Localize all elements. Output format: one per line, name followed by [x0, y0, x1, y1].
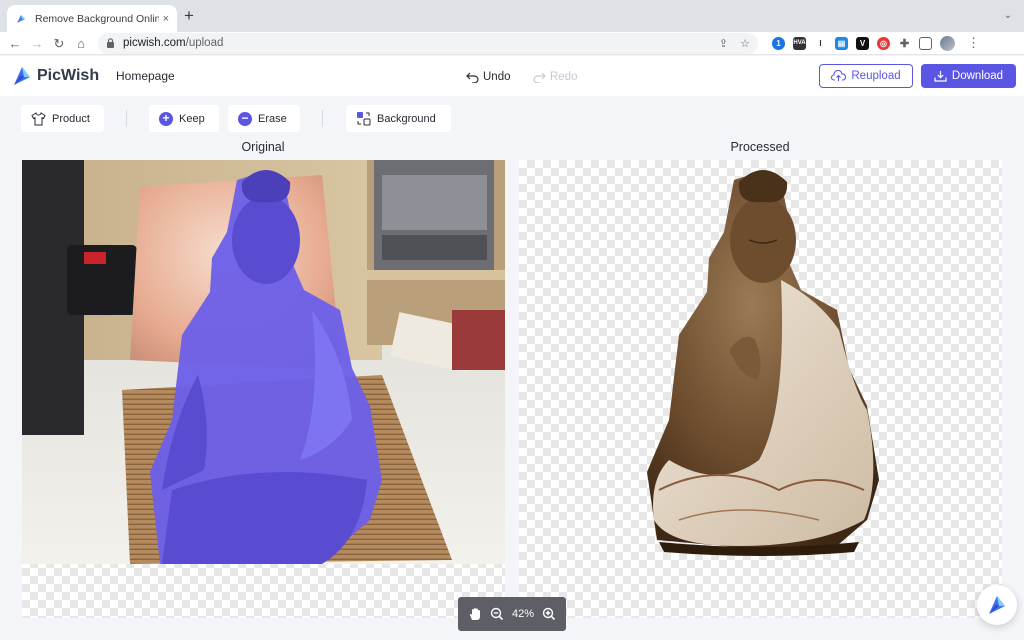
toolbar-divider [126, 110, 127, 127]
keep-label: Keep [179, 112, 205, 125]
original-image-panel[interactable] [22, 160, 505, 618]
browser-tab[interactable]: Remove Background Online 100 × [7, 5, 177, 32]
lock-icon [107, 38, 114, 48]
original-panel-title: Original [241, 140, 285, 154]
sidepanel-icon[interactable] [919, 36, 932, 50]
zoom-controls: 42% [458, 597, 566, 631]
download-icon [934, 71, 947, 82]
keep-tool-button[interactable]: + Keep [149, 105, 219, 132]
redo-icon [533, 72, 546, 83]
plus-circle-icon: + [159, 111, 173, 126]
processed-image-panel[interactable] [519, 160, 1002, 618]
browser-toolbar: ← → ↻ ⌂ picwish.com /upload ⇪ ☆ 1 HVA I … [0, 32, 1024, 55]
back-arrow-icon[interactable]: ← [4, 32, 26, 55]
redo-button[interactable]: Redo [533, 71, 578, 83]
undo-button[interactable]: Undo [466, 71, 511, 83]
original-photo-image[interactable] [22, 160, 505, 564]
extension-hive-icon[interactable]: HVA [793, 36, 806, 50]
browser-tab-strip: Remove Background Online 100 × + ⌄ [0, 0, 1024, 32]
processed-panel-title: Processed [730, 140, 790, 154]
undo-icon [466, 72, 479, 83]
hand-pan-icon[interactable] [468, 607, 482, 621]
reupload-label: Reupload [851, 70, 901, 82]
extensions-row: 1 HVA I ▤ V ◎ ✚ ⋮ [772, 35, 980, 51]
profile-avatar[interactable] [940, 35, 955, 51]
floating-assistant-button[interactable] [977, 585, 1017, 625]
homepage-link[interactable]: Homepage [116, 69, 175, 83]
share-icon[interactable]: ⇪ [719, 37, 728, 50]
extension-reader-icon[interactable]: ▤ [835, 36, 848, 50]
extensions-puzzle-icon[interactable]: ✚ [898, 36, 911, 50]
reload-icon[interactable]: ↻ [48, 32, 70, 55]
url-host: picwish.com [123, 37, 186, 49]
address-bar[interactable]: picwish.com /upload ⇪ ☆ [98, 32, 758, 54]
browser-menu-icon[interactable]: ⋮ [967, 35, 980, 51]
background-tool-button[interactable]: Background [346, 105, 451, 132]
toolbar-divider [322, 110, 323, 127]
download-label: Download [951, 70, 1004, 82]
reupload-button[interactable]: Reupload [819, 64, 913, 88]
brand-name: PicWish [37, 67, 100, 84]
product-tool-button[interactable]: Product [21, 105, 104, 132]
background-label: Background [377, 112, 436, 125]
extension-target-icon[interactable]: ◎ [877, 36, 890, 50]
erase-label: Erase [258, 112, 287, 125]
extension-1password-icon[interactable]: 1 [772, 36, 785, 50]
picwish-logo-icon [14, 67, 30, 85]
new-tab-button[interactable]: + [184, 6, 194, 26]
forward-arrow-icon[interactable]: → [26, 32, 48, 55]
upload-cloud-icon [831, 70, 847, 81]
tab-close-icon[interactable]: × [163, 13, 169, 25]
download-button[interactable]: Download [921, 64, 1016, 88]
background-swap-icon [357, 112, 371, 126]
zoom-in-icon[interactable] [542, 607, 556, 621]
tab-search-chevron-icon[interactable]: ⌄ [1004, 10, 1012, 21]
picwish-favicon-icon [17, 14, 25, 23]
product-label: Product [52, 112, 90, 125]
processed-cutout-image[interactable] [519, 160, 1002, 564]
tshirt-icon [31, 111, 46, 125]
undo-label: Undo [483, 71, 511, 83]
zoom-out-icon[interactable] [490, 607, 504, 621]
redo-label: Redo [550, 71, 578, 83]
extension-vj-icon[interactable]: V [856, 36, 869, 50]
minus-circle-icon: − [238, 111, 252, 126]
picwish-logo[interactable]: PicWish [12, 65, 99, 87]
home-icon[interactable]: ⌂ [70, 32, 92, 55]
url-path: /upload [185, 37, 224, 49]
tab-title: Remove Background Online 100 [35, 12, 159, 25]
erase-tool-button[interactable]: − Erase [228, 105, 300, 132]
picwish-logo-icon [989, 596, 1005, 614]
extension-cursor-icon[interactable]: I [814, 36, 827, 50]
zoom-level: 42% [511, 608, 534, 620]
bookmark-star-icon[interactable]: ☆ [740, 37, 750, 50]
app-header: PicWish Homepage Undo Redo Reupload Down… [0, 56, 1024, 96]
